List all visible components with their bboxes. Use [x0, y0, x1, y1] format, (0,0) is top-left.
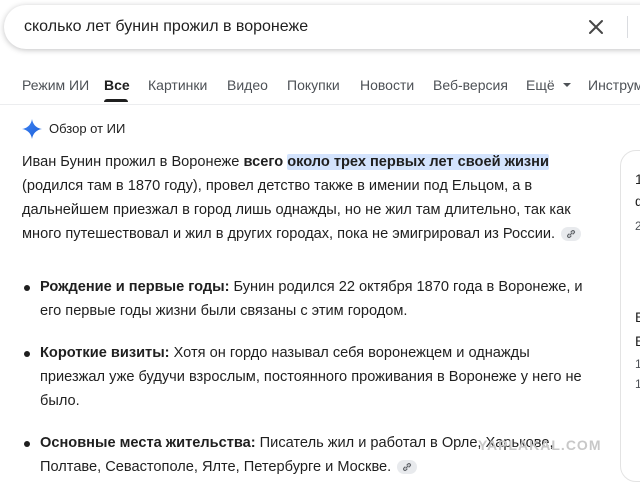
clear-search-button[interactable]	[584, 15, 608, 39]
side-text-5: Е	[635, 333, 640, 349]
tab-ai-mode[interactable]: Режим ИИ	[22, 77, 89, 93]
bullet-term: Основные места жительства:	[40, 435, 256, 451]
search-tabs: Режим ИИ Все Картинки Видео Покупки Ново…	[0, 62, 640, 104]
summary-text-end: (родился там в 1870 году), провел детств…	[22, 178, 571, 242]
close-icon	[589, 20, 603, 34]
bullet-term: Короткие визиты:	[40, 345, 170, 361]
list-item: Рождение и первые годы: Бунин родился 22…	[22, 275, 592, 323]
tab-more[interactable]: Ещё	[526, 77, 572, 93]
gemini-spark-icon	[22, 119, 42, 139]
search-input[interactable]: сколько лет бунин прожил в воронеже	[24, 18, 308, 36]
search-header: сколько лет бунин прожил в воронеже	[0, 0, 640, 60]
list-item: Короткие визиты: Хотя он гордо называл с…	[22, 341, 592, 413]
tab-tools[interactable]: Инструм	[588, 77, 640, 93]
side-text-1: 1	[635, 171, 640, 187]
sources-side-panel[interactable]: 1 ф 2 Е Е 1 1	[620, 150, 640, 482]
ai-overview-bullets: Рождение и первые годы: Бунин родился 22…	[22, 275, 592, 497]
search-divider	[627, 16, 628, 38]
tab-images[interactable]: Картинки	[148, 77, 207, 93]
tab-shopping[interactable]: Покупки	[287, 77, 340, 93]
side-text-3: 2	[635, 219, 640, 233]
side-text-4: Е	[635, 309, 640, 325]
bullet-term: Рождение и первые годы:	[40, 279, 230, 295]
tab-all[interactable]: Все	[104, 77, 130, 93]
side-text-2: ф	[635, 193, 640, 209]
bullet-dot	[24, 351, 30, 357]
source-link-chip[interactable]	[561, 227, 582, 242]
watermark: YAPLAKAL.COM	[478, 437, 602, 453]
summary-text-start: Иван Бунин прожил в Воронеже	[22, 154, 244, 170]
tab-web[interactable]: Веб-версия	[433, 77, 508, 93]
tab-more-label: Ещё	[526, 77, 555, 93]
caret-down-icon	[562, 83, 571, 87]
side-text-6: 1	[635, 357, 640, 371]
link-icon	[403, 463, 412, 472]
ai-overview-title: Обзор от ИИ	[49, 121, 126, 136]
source-link-chip[interactable]	[397, 460, 418, 475]
search-box[interactable]: сколько лет бунин прожил в воронеже	[4, 5, 640, 49]
summary-bold: всего	[243, 154, 284, 170]
summary-paragraph: Иван Бунин прожил в Воронеже всего около…	[22, 150, 592, 246]
tabs-divider	[0, 104, 640, 105]
active-tab-indicator	[104, 99, 128, 102]
tab-news[interactable]: Новости	[360, 77, 414, 93]
tab-videos[interactable]: Видео	[227, 77, 268, 93]
bullet-dot	[24, 441, 30, 447]
summary-highlight: около трех первых лет своей жизни	[287, 154, 549, 170]
link-icon	[567, 230, 576, 239]
side-text-7: 1	[635, 377, 640, 391]
bullet-dot	[24, 285, 30, 291]
ai-overview-summary: Иван Бунин прожил в Воронеже всего около…	[22, 150, 592, 246]
